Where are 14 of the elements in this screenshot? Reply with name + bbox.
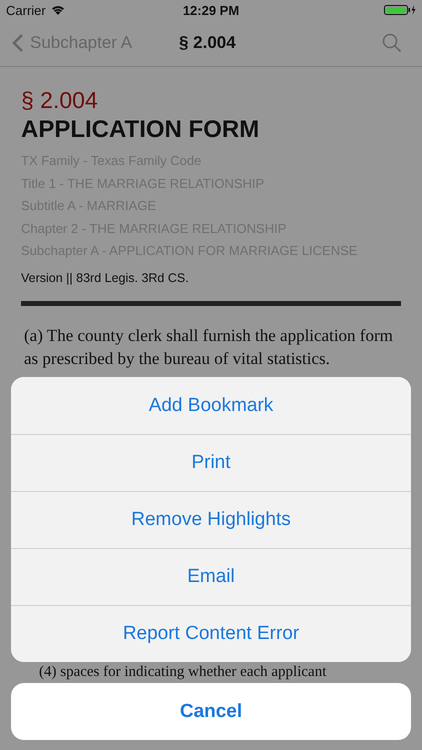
- chevron-left-icon: [12, 33, 24, 53]
- status-time: 12:29 PM: [182, 2, 240, 18]
- cancel-button[interactable]: Cancel: [11, 683, 411, 740]
- carrier-label: Carrier: [6, 2, 46, 18]
- action-button[interactable]: Report Content Error: [11, 605, 411, 662]
- section-number: § 2.004: [21, 87, 99, 114]
- section-heading: APPLICATION FORM: [21, 116, 260, 144]
- body-paragraph: (4) spaces for indicating whether each applicant: [38, 663, 328, 682]
- version-text: Version || 83rd Legis. 3Rd CS.: [21, 270, 190, 284]
- nav-title: § 2.004: [179, 33, 236, 53]
- search-icon[interactable]: [382, 33, 402, 53]
- battery-icon: [384, 4, 416, 16]
- wifi-icon: [50, 5, 65, 15]
- body-paragraph: (a) The county clerk shall furnish the application form as prescribed by the bureau of vital statistics.: [24, 324, 394, 370]
